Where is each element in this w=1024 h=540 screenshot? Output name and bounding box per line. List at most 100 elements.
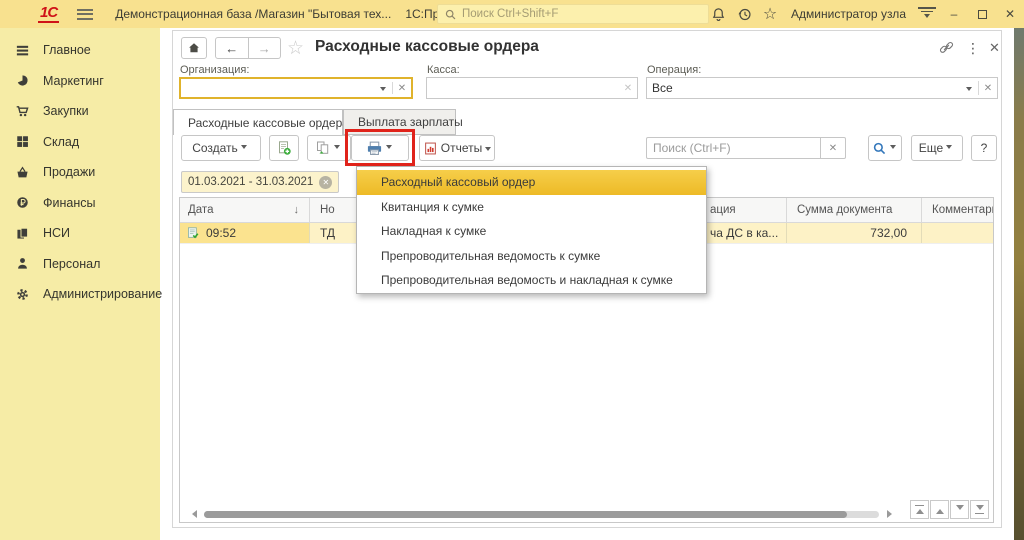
sort-descending-icon[interactable]: ↓ bbox=[294, 204, 300, 216]
app-window: 1С Демонстрационная база /Магазин "Бытов… bbox=[0, 0, 1024, 540]
back-button[interactable]: ← bbox=[215, 37, 249, 59]
cell-operation: ча ДС в ка... bbox=[710, 226, 778, 240]
gear-icon bbox=[15, 287, 30, 302]
more-actions-button[interactable]: Еще bbox=[911, 135, 963, 161]
scrollbar-track[interactable] bbox=[204, 511, 879, 518]
favorites-star-icon[interactable]: ☆ bbox=[757, 3, 783, 25]
remove-period-filter-icon[interactable]: ✕ bbox=[319, 176, 332, 189]
close-form-icon[interactable]: ✕ bbox=[989, 40, 1000, 56]
pie-chart-icon bbox=[15, 73, 30, 88]
tab-vyplata-zarplaty[interactable]: Выплата зарплаты bbox=[343, 109, 456, 135]
horizontal-scrollbar[interactable] bbox=[180, 506, 993, 522]
cashdesk-clear-icon[interactable]: ✕ bbox=[619, 78, 637, 98]
global-search-input[interactable]: Поиск Ctrl+Shift+F bbox=[437, 4, 709, 24]
main-panel: ← → ☆ Расходные кассовые ордера ⋮ ✕ Орга… bbox=[172, 30, 1002, 528]
cart-icon bbox=[15, 104, 30, 119]
print-dropdown-menu: Расходный кассовый ордер Квитанция к сум… bbox=[356, 166, 707, 294]
more-menu-kebab-icon[interactable]: ⋮ bbox=[966, 40, 980, 57]
sidebar-item-label: Продажи bbox=[43, 165, 95, 179]
tab-rashodnye-ordera[interactable]: Расходные кассовые ордера bbox=[173, 109, 343, 135]
cashdesk-label: Касса: bbox=[427, 64, 460, 76]
notifications-bell-icon[interactable] bbox=[705, 3, 731, 25]
advanced-search-button[interactable] bbox=[868, 135, 902, 161]
sidebar-item-finansy[interactable]: Финансы bbox=[0, 188, 160, 219]
scroll-left-icon[interactable] bbox=[188, 510, 197, 518]
sidebar-item-prodazhi[interactable]: Продажи bbox=[0, 157, 160, 188]
organization-dropdown-icon[interactable] bbox=[374, 79, 392, 97]
maximize-button[interactable] bbox=[968, 3, 996, 25]
operation-clear-icon[interactable]: ✕ bbox=[979, 78, 997, 98]
list-search-field[interactable] bbox=[646, 137, 821, 159]
sidebar-item-label: Маркетинг bbox=[43, 74, 104, 88]
sidebar-item-zakupki[interactable]: Закупки bbox=[0, 96, 160, 127]
sidebar-item-administrirovanie[interactable]: Администрирование bbox=[0, 279, 160, 310]
help-button[interactable]: ? bbox=[971, 135, 997, 161]
column-header-comment[interactable]: Комментари bbox=[922, 198, 993, 222]
minimize-button[interactable]: – bbox=[940, 3, 968, 25]
menu-item-nakladnaya-k-sumke[interactable]: Накладная к сумке bbox=[357, 219, 706, 244]
cell-amount: 732,00 bbox=[870, 226, 921, 240]
sidebar-item-glavnoe[interactable]: Главное bbox=[0, 35, 160, 66]
copy-document-button[interactable] bbox=[307, 135, 351, 161]
column-header-amount[interactable]: Сумма документа bbox=[787, 198, 922, 222]
operation-field[interactable]: ✕ bbox=[646, 77, 998, 99]
create-button-label: Создать bbox=[192, 141, 238, 155]
sidebar-item-label: Администрирование bbox=[43, 287, 162, 301]
menu-item-preprovoditelnaya-vedomost[interactable]: Препроводительная ведомость к сумке bbox=[357, 244, 706, 269]
print-button[interactable] bbox=[351, 135, 409, 161]
cashdesk-field[interactable]: ✕ bbox=[426, 77, 638, 99]
sidebar-item-personal[interactable]: Персонал bbox=[0, 249, 160, 280]
menu-item-rashodny-kassovy-order[interactable]: Расходный кассовый ордер bbox=[357, 170, 706, 195]
grid-icon bbox=[15, 134, 30, 149]
period-filter-chip[interactable]: 01.03.2021 - 31.03.2021 ✕ bbox=[181, 171, 339, 193]
scrollbar-thumb[interactable] bbox=[204, 511, 847, 518]
column-header-date[interactable]: Дата ↓ bbox=[180, 198, 310, 222]
service-menu-icon[interactable] bbox=[914, 3, 940, 25]
page-down-button[interactable] bbox=[950, 500, 969, 519]
create-button[interactable]: Создать bbox=[181, 135, 261, 161]
go-to-bottom-button[interactable] bbox=[970, 500, 989, 519]
list-search-clear-button[interactable]: ✕ bbox=[821, 137, 846, 159]
organization-label: Организация: bbox=[180, 64, 249, 76]
organization-clear-icon[interactable]: ✕ bbox=[393, 79, 411, 97]
main-menu-icon[interactable] bbox=[77, 9, 93, 20]
titlebar: 1С Демонстрационная база /Магазин "Бытов… bbox=[0, 0, 1024, 28]
get-link-icon[interactable] bbox=[939, 40, 954, 58]
operation-input[interactable] bbox=[647, 81, 960, 95]
operation-dropdown-icon[interactable] bbox=[960, 78, 978, 98]
period-filter-text: 01.03.2021 - 31.03.2021 bbox=[188, 176, 313, 188]
menu-item-preprovoditelnaya-i-nakladnaya[interactable]: Препроводительная ведомость и накладная … bbox=[357, 268, 706, 293]
sidebar-item-nsi[interactable]: НСИ bbox=[0, 218, 160, 249]
forward-button[interactable]: → bbox=[249, 37, 282, 59]
sidebar-item-sklad[interactable]: Склад bbox=[0, 127, 160, 158]
operation-label: Операция: bbox=[647, 64, 701, 76]
search-icon bbox=[444, 8, 457, 21]
sections-icon bbox=[15, 43, 30, 58]
favorite-star-icon[interactable]: ☆ bbox=[287, 37, 304, 60]
cell-number: ТД bbox=[320, 226, 335, 240]
list-navigation-buttons bbox=[910, 500, 989, 519]
scroll-right-icon[interactable] bbox=[887, 510, 896, 518]
basket-icon bbox=[15, 165, 30, 180]
organization-field[interactable]: ✕ bbox=[179, 77, 413, 99]
report-chart-icon bbox=[423, 141, 438, 156]
close-window-button[interactable]: ✕ bbox=[996, 3, 1024, 25]
organization-input[interactable] bbox=[181, 81, 374, 95]
create-new-document-button[interactable] bbox=[269, 135, 299, 161]
history-icon[interactable] bbox=[731, 3, 757, 25]
page-up-button[interactable] bbox=[930, 500, 949, 519]
database-title: Демонстрационная база /Магазин "Бытовая … bbox=[115, 7, 391, 21]
1c-logo: 1С bbox=[38, 5, 59, 23]
person-icon bbox=[15, 256, 30, 271]
list-search-input[interactable] bbox=[647, 141, 820, 155]
reports-button[interactable]: Отчеты bbox=[419, 135, 495, 161]
posted-document-icon bbox=[186, 226, 200, 240]
books-icon bbox=[15, 226, 30, 241]
menu-item-kvitanciya-k-sumke[interactable]: Квитанция к сумке bbox=[357, 195, 706, 220]
go-to-top-button[interactable] bbox=[910, 500, 929, 519]
sidebar-item-marketing[interactable]: Маркетинг bbox=[0, 66, 160, 97]
cashdesk-input[interactable] bbox=[427, 81, 619, 95]
home-button[interactable] bbox=[181, 37, 207, 59]
current-user[interactable]: Администратор узла bbox=[791, 7, 906, 21]
sections-sidebar: Главное Маркетинг Закупки Склад Продажи … bbox=[0, 28, 160, 540]
